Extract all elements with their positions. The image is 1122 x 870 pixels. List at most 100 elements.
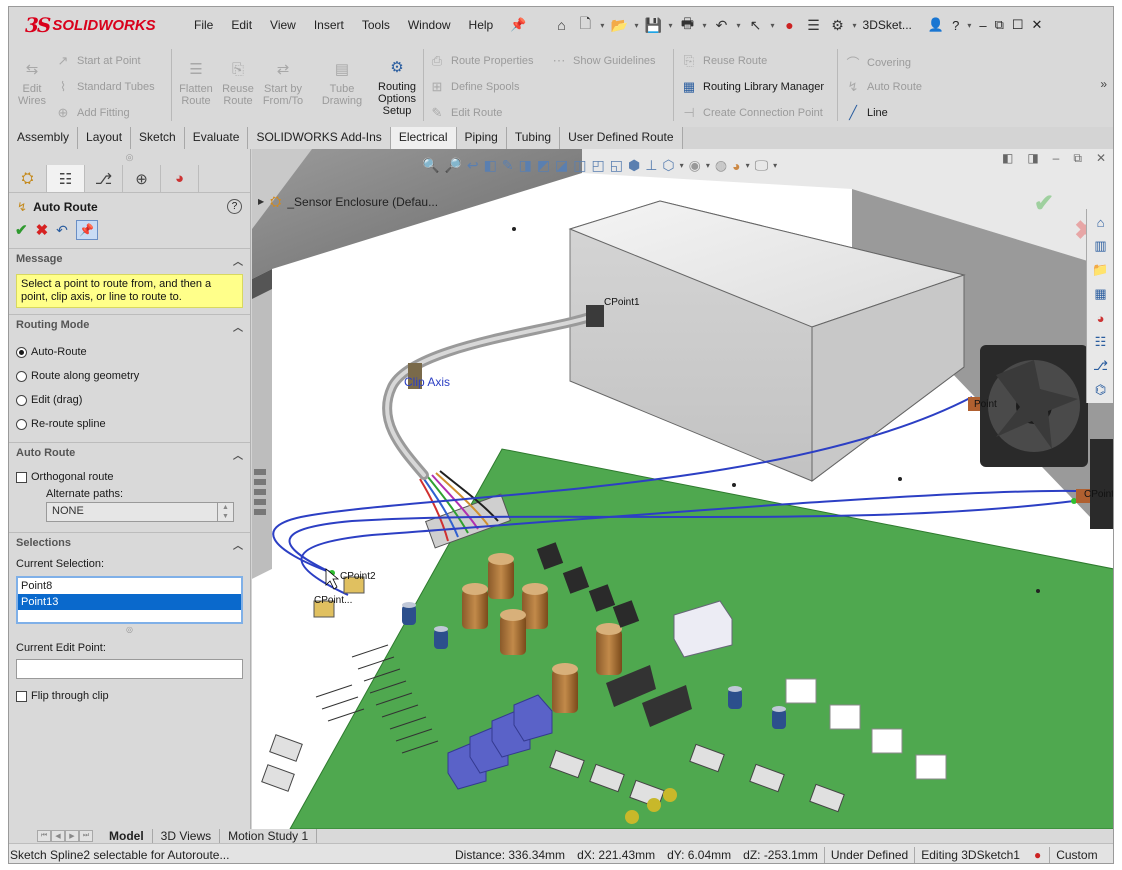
radio-dot[interactable]	[16, 346, 27, 358]
home-icon[interactable]: ⌂	[552, 16, 570, 34]
open-icon[interactable]: 📂	[610, 16, 628, 34]
design-library-icon[interactable]: ▥	[1087, 235, 1113, 257]
list-item[interactable]: Point8	[18, 578, 241, 594]
restore-icon[interactable]: ⧉	[995, 17, 1004, 33]
keep-visible-pin-button[interactable]: 📌	[75, 220, 98, 240]
chevron-down-icon[interactable]: ▾	[668, 21, 672, 30]
routing-library-icon[interactable]: ⎇	[1087, 355, 1113, 377]
sketch-point[interactable]	[732, 483, 736, 487]
sketch-point[interactable]	[898, 477, 902, 481]
current-edit-point-field[interactable]	[16, 659, 243, 679]
alternate-paths-value[interactable]: NONE	[46, 502, 218, 522]
reuse-route-button[interactable]: ⎘ Reuse Route	[681, 53, 767, 69]
user-icon[interactable]: 👤	[928, 17, 944, 33]
sketch-point[interactable]	[512, 227, 516, 231]
menu-file[interactable]: File	[185, 15, 222, 35]
appearances-icon[interactable]: ◕	[1087, 307, 1113, 329]
chevron-up-icon[interactable]: ︿	[233, 537, 243, 552]
define-spools-button[interactable]: ⊞ Define Spools	[429, 79, 520, 95]
file-explorer-icon[interactable]: 📁	[1087, 259, 1113, 281]
rebuild-status-icon[interactable]: ●	[1026, 848, 1049, 862]
feature-manager-tab-icon[interactable]: ⛭	[9, 165, 47, 192]
chevron-down-icon[interactable]: ▾	[680, 161, 684, 170]
dynamic-annotation-icon[interactable]: ✎	[502, 157, 514, 174]
file-properties-icon[interactable]: ☰	[805, 16, 823, 34]
tab-sketch[interactable]: Sketch	[131, 127, 185, 149]
home-icon[interactable]: ⌂	[1087, 211, 1113, 233]
print-icon[interactable]: 🖶	[678, 15, 696, 34]
confirmation-ok-icon[interactable]: ✔	[1034, 189, 1054, 218]
line-button[interactable]: ╱ Line	[845, 105, 888, 121]
housing-connector[interactable]	[586, 305, 604, 327]
routing-options-setup-button[interactable]: ⚙ Routing Options Setup	[369, 57, 425, 117]
close-icon[interactable]: ✕	[1096, 151, 1106, 166]
routing-tasks-icon[interactable]: ⌬	[1087, 379, 1113, 401]
first-tab-icon[interactable]: ⏮	[37, 830, 51, 842]
edit-route-button[interactable]: ✎ Edit Route	[429, 105, 503, 121]
tab-3d-views[interactable]: 3D Views	[153, 829, 221, 843]
view-palette-icon[interactable]: ▦	[1087, 283, 1113, 305]
checkbox-box[interactable]	[16, 690, 27, 702]
spin-up-icon[interactable]: ▲	[218, 503, 233, 512]
help-icon[interactable]: ?	[952, 18, 959, 33]
tube-drawing-button[interactable]: ▤ Tube Drawing	[317, 59, 367, 107]
ok-button[interactable]: ✔	[15, 221, 28, 239]
spinner-arrows[interactable]: ▲ ▼	[218, 502, 234, 522]
help-icon[interactable]: ?	[227, 199, 242, 214]
checkbox-box[interactable]	[16, 471, 27, 483]
configuration-manager-tab-icon[interactable]: ⎇	[85, 165, 123, 192]
auto-route-group-header[interactable]: Auto Route ︿	[16, 447, 243, 462]
expand-arrow-icon[interactable]: ▶	[258, 197, 264, 206]
chevron-down-icon[interactable]: ▾	[773, 161, 777, 170]
minimize-icon[interactable]: –	[1053, 151, 1060, 166]
chevron-down-icon[interactable]: ▾	[600, 21, 604, 30]
section-view-icon[interactable]: ◧	[484, 157, 497, 174]
list-item-selected[interactable]: Point13	[18, 594, 241, 610]
tab-assembly[interactable]: Assembly	[9, 127, 79, 149]
zoom-to-area-icon[interactable]: 🔎	[444, 157, 461, 174]
view-cube-icon[interactable]: ◫	[573, 157, 586, 174]
options-gear-icon[interactable]: ⚙	[829, 16, 847, 34]
panel-grip[interactable]: ◎	[9, 149, 250, 165]
rebuild-icon[interactable]: ●	[781, 16, 799, 34]
view-cube-icon[interactable]: ◪	[555, 157, 568, 174]
view-settings-icon[interactable]: 🖵	[755, 157, 769, 174]
spin-down-icon[interactable]: ▼	[218, 512, 233, 521]
chevron-down-icon[interactable]: ▾	[702, 21, 706, 30]
minimize-icon[interactable]: –	[979, 18, 986, 33]
ribbon-overflow-icon[interactable]: »	[1100, 77, 1107, 91]
reuse-route-small-button[interactable]: ⎘ Reuse Route	[219, 59, 257, 107]
normal-to-icon[interactable]: ⊥	[645, 157, 657, 174]
select-icon[interactable]: ↖	[747, 16, 765, 34]
tab-evaluate[interactable]: Evaluate	[184, 127, 249, 149]
feature-tree-flyout[interactable]: ▶ ⛭ _Sensor Enclosure (Defau...	[258, 193, 438, 210]
last-tab-icon[interactable]: ⏭	[79, 830, 93, 842]
view-orientation-icon[interactable]: ⬡	[662, 157, 674, 174]
isometric-icon[interactable]: ⬢	[628, 157, 640, 174]
standard-tubes-button[interactable]: ⌇ Standard Tubes	[55, 79, 155, 95]
prev-tab-icon[interactable]: ◀	[51, 830, 65, 842]
menu-tools[interactable]: Tools	[353, 15, 399, 35]
view-cube-icon[interactable]: ◩	[537, 157, 550, 174]
list-resize-grip[interactable]: ◎	[16, 625, 243, 634]
pin-menu-icon[interactable]: 📌	[510, 17, 526, 33]
mode-edit-drag-radio[interactable]: Edit (drag)	[16, 388, 243, 412]
flip-through-clip-checkbox[interactable]: Flip through clip	[16, 687, 243, 705]
current-selection-list[interactable]: Point8 Point13	[16, 576, 243, 624]
message-group-header[interactable]: Message ︿	[16, 253, 243, 268]
tab-piping[interactable]: Piping	[456, 127, 507, 149]
previous-view-icon[interactable]: ↩	[467, 157, 479, 174]
restore-icon[interactable]: ⧉	[1073, 151, 1082, 166]
menu-view[interactable]: View	[261, 15, 305, 35]
view-cube-icon[interactable]: ◨	[519, 157, 532, 174]
property-manager-tab-icon[interactable]: ☷	[47, 165, 85, 192]
undo-button[interactable]: ↶	[56, 222, 68, 239]
route-properties-button[interactable]: ⎙ Route Properties	[429, 53, 534, 69]
menu-help[interactable]: Help	[460, 15, 503, 35]
chevron-down-icon[interactable]: ▾	[853, 21, 857, 30]
cancel-button[interactable]: ✖	[36, 221, 49, 239]
display-manager-tab-icon[interactable]: ◕	[161, 165, 199, 192]
mode-reroute-spline-radio[interactable]: Re-route spline	[16, 412, 243, 436]
dimxpert-manager-tab-icon[interactable]: ⊕	[123, 165, 161, 192]
zoom-to-fit-icon[interactable]: 🔍	[422, 157, 439, 174]
